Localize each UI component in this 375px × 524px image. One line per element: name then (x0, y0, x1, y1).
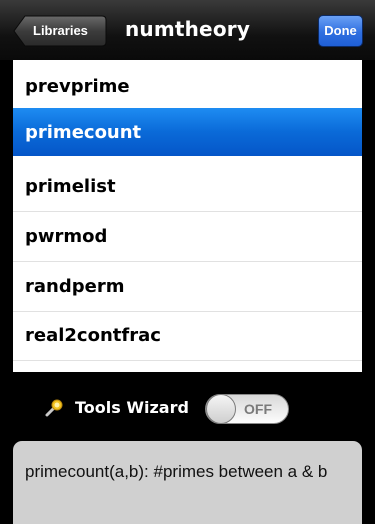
toggle-knob[interactable] (206, 394, 236, 424)
list-item[interactable]: prevprime (13, 62, 362, 112)
navigation-bar: Libraries numtheory Done (0, 0, 375, 60)
list-item[interactable]: primelist (13, 162, 362, 212)
function-list[interactable]: prevprime primecount primelist pwrmod ra… (13, 60, 362, 372)
list-item[interactable] (13, 359, 362, 372)
toggle-state-label: OFF (244, 401, 272, 417)
list-item-label: primelist (25, 176, 116, 197)
list-item-label: pwrmod (25, 226, 108, 247)
function-description: primecount(a,b): #primes between a & b (25, 462, 328, 481)
list-item[interactable]: randperm (13, 262, 362, 312)
tools-wizard-label: Tools Wizard (75, 398, 189, 417)
list-item-selected[interactable]: primecount (13, 108, 362, 156)
list-item[interactable]: real2contfrac (13, 311, 362, 361)
tools-wizard-toggle[interactable]: OFF (205, 394, 289, 424)
app-screen: Libraries numtheory Done prevprime prime… (0, 0, 375, 524)
function-description-box: primecount(a,b): #primes between a & b (13, 441, 362, 524)
list-item-label: primecount (25, 122, 142, 143)
list-item-label: prevprime (25, 76, 130, 97)
list-item-label: real2contfrac (25, 325, 161, 346)
done-button[interactable]: Done (318, 15, 363, 47)
list-item-label: randperm (25, 276, 125, 297)
list-item[interactable]: pwrmod (13, 212, 362, 262)
magic-wand-icon (44, 398, 64, 418)
